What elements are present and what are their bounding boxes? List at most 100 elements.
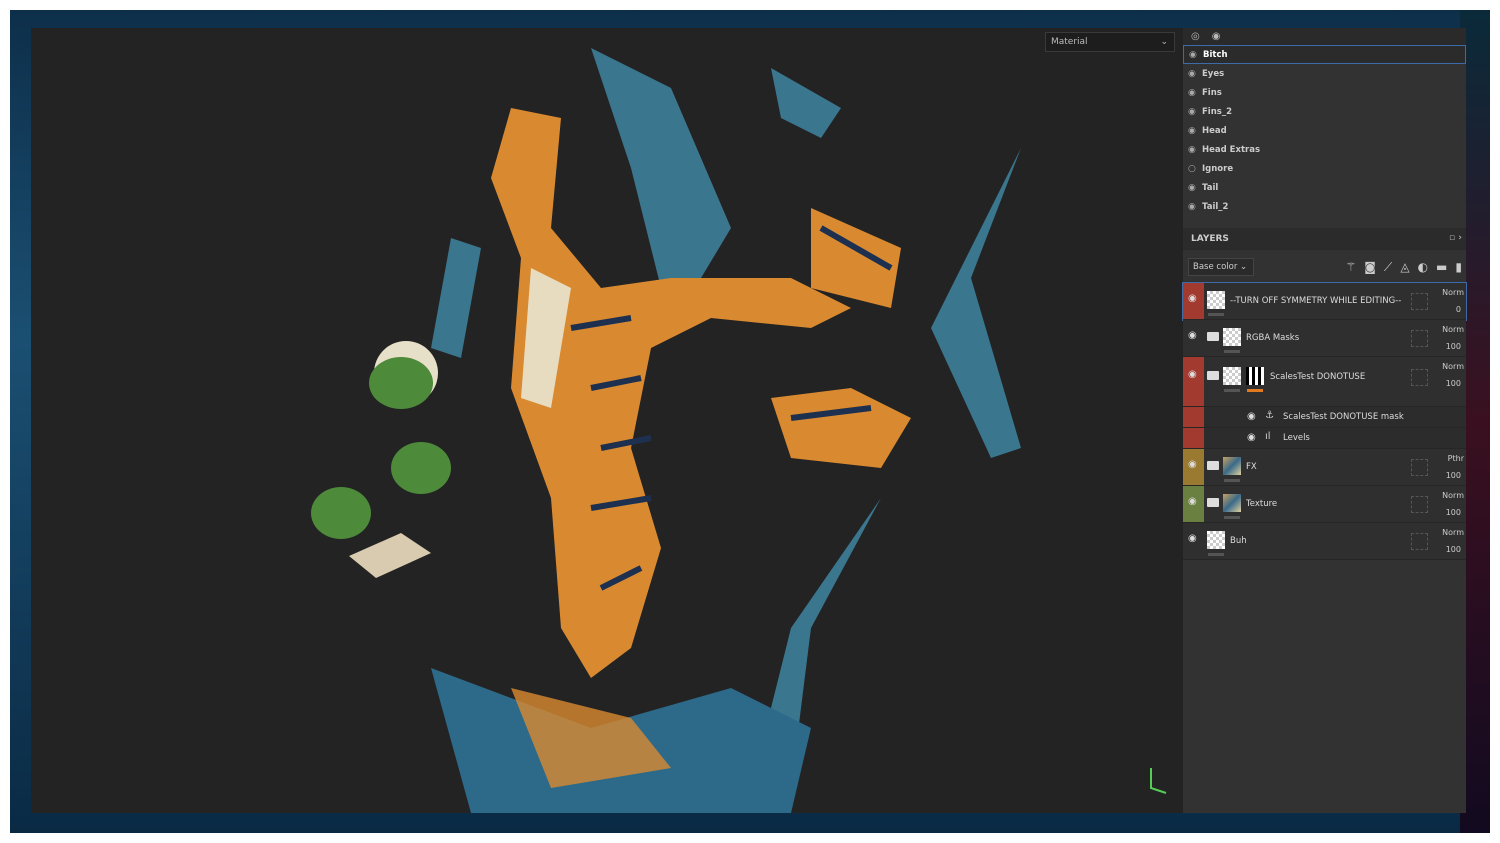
mask-slot[interactable] xyxy=(1411,330,1428,347)
layer-thumbnail xyxy=(1207,531,1225,549)
mask-slot[interactable] xyxy=(1411,293,1428,310)
layer-bar xyxy=(1208,553,1224,556)
channel-label: Base color xyxy=(1193,262,1238,272)
texture-set-label: Eyes xyxy=(1202,68,1225,79)
texture-set-list: ◉ Bitch ◉ Eyes ◉ Fins ◉ Fins_2 ◉ Head ◉ Head Extras… xyxy=(1183,45,1466,216)
dragon-model xyxy=(311,48,1167,813)
layer-thumbnail xyxy=(1223,367,1241,385)
material-select[interactable]: Material ⌄ xyxy=(1045,32,1175,52)
eye-icon[interactable]: ◉ xyxy=(1188,183,1202,193)
eye-icon[interactable]: ◉ xyxy=(1188,126,1202,136)
texture-set-label: Bitch xyxy=(1203,49,1228,60)
texture-set-item[interactable]: ◉ Eyes xyxy=(1183,64,1466,83)
folder-icon xyxy=(1207,332,1219,341)
mask-slot[interactable] xyxy=(1411,459,1428,476)
layer-opacity[interactable]: 0 xyxy=(1456,305,1461,314)
folder-icon xyxy=(1207,371,1219,380)
folder-icon[interactable]: ▬ xyxy=(1436,260,1447,275)
levels-icon: ıl xyxy=(1265,431,1271,442)
eye-icon[interactable]: ◉ xyxy=(1188,88,1202,98)
visibility-icon[interactable]: ◉ xyxy=(1212,31,1221,42)
frog-emote xyxy=(311,341,451,539)
layer-thumbnail xyxy=(1223,328,1241,346)
right-panel: ◎ ◉ ◉ Bitch ◉ Eyes ◉ Fins ◉ Fins_2 ◉ Head ◉ Head Ext… xyxy=(1182,28,1467,813)
layer-thumbnail xyxy=(1207,291,1225,309)
eye-icon[interactable]: ◉ xyxy=(1247,432,1256,443)
eye-icon[interactable]: ◉ xyxy=(1188,69,1202,79)
texture-set-item[interactable]: ◉ Tail_2 xyxy=(1183,197,1466,216)
maximize-icon[interactable]: ▫ › xyxy=(1449,233,1462,243)
layer-effect-row[interactable]: ◉ ⚓ ScalesTest DONOTUSE mask xyxy=(1183,407,1466,428)
layer-bar xyxy=(1224,350,1240,353)
eye-icon[interactable]: ◉ xyxy=(1188,533,1197,544)
layer-name: Buh xyxy=(1230,536,1247,546)
layer-opacity[interactable]: 100 xyxy=(1446,471,1461,480)
anchor-icon: ⚓ xyxy=(1265,410,1274,421)
layer-opacity[interactable]: 100 xyxy=(1446,545,1461,554)
texture-set-item[interactable]: ◉ Head Extras xyxy=(1183,140,1466,159)
eye-icon[interactable]: ◉ xyxy=(1188,459,1197,470)
eye-icon[interactable]: ◉ xyxy=(1188,145,1202,155)
layer-row[interactable]: ◉ FX Pthr 100 xyxy=(1183,449,1466,486)
eye-icon[interactable]: ◉ xyxy=(1189,50,1203,60)
layer-bar xyxy=(1208,313,1224,316)
blend-mode[interactable]: Pthr xyxy=(1448,454,1464,463)
texture-set-label: Head Extras xyxy=(1202,144,1260,155)
layer-bar xyxy=(1224,516,1240,519)
eye-icon[interactable]: ◉ xyxy=(1188,330,1197,341)
texture-set-label: Fins xyxy=(1202,87,1222,98)
3d-viewport[interactable]: Material ⌄ xyxy=(31,28,1183,813)
layer-name: ScalesTest DONOTUSE mask xyxy=(1283,412,1404,422)
layer-bar xyxy=(1224,479,1240,482)
blend-mode[interactable]: Norm xyxy=(1442,325,1464,334)
layer-color-tag xyxy=(1183,357,1204,406)
eye-icon[interactable]: ◉ xyxy=(1188,107,1202,117)
texture-set-item[interactable]: ◉ Fins xyxy=(1183,83,1466,102)
layer-thumbnail xyxy=(1223,457,1241,475)
layers-toolbar: Base color ⌄ ⚚ ◙ ⟋ ◬ ◐ ▬ ▮ xyxy=(1183,252,1466,282)
blend-mode[interactable]: Norm xyxy=(1442,288,1464,297)
eye-icon[interactable]: ◉ xyxy=(1188,293,1197,304)
layer-row[interactable]: ◉ RGBA Masks Norm 100 xyxy=(1183,320,1466,357)
layer-row[interactable]: ◉ --TURN OFF SYMMETRY WHILE EDITING-- Norm… xyxy=(1182,282,1467,321)
layers-header: LAYERS ▫ › xyxy=(1183,228,1466,250)
eye-icon[interactable]: ◉ xyxy=(1188,202,1202,212)
channel-dropdown[interactable]: Base color ⌄ xyxy=(1188,258,1254,276)
layer-row[interactable]: ◉ Texture Norm 100 xyxy=(1183,486,1466,523)
texture-set-item[interactable]: ◉ Tail xyxy=(1183,178,1466,197)
layer-opacity[interactable]: 100 xyxy=(1446,508,1461,517)
texture-set-item[interactable]: ◉ Head xyxy=(1183,121,1466,140)
layer-opacity[interactable]: 100 xyxy=(1446,342,1461,351)
mask-thumbnail xyxy=(1246,367,1264,385)
layers-title: LAYERS xyxy=(1191,234,1229,244)
eye-icon[interactable]: ◉ xyxy=(1188,369,1197,380)
eye-icon[interactable]: ◉ xyxy=(1188,496,1197,507)
eye-all-icon[interactable]: ◎ xyxy=(1191,31,1200,42)
layer-row[interactable]: ◉ Buh Norm 100 xyxy=(1183,523,1466,560)
layer-opacity[interactable]: 100 xyxy=(1446,379,1461,388)
chevron-down-icon: ⌄ xyxy=(1160,37,1168,47)
texture-set-label: Tail xyxy=(1202,182,1219,193)
blend-mode[interactable]: Norm xyxy=(1442,491,1464,500)
layer-row[interactable]: ◉ ScalesTest DONOTUSE Norm 100 xyxy=(1183,357,1466,407)
add-mask-icon[interactable]: ◙ xyxy=(1364,260,1376,275)
texture-set-item[interactable]: ○ Ignore xyxy=(1183,159,1466,178)
eye-icon[interactable]: ◉ xyxy=(1247,411,1256,422)
magic-wand-icon[interactable]: ⚚ xyxy=(1346,260,1357,275)
brush-icon[interactable]: ⟋ xyxy=(1384,260,1392,275)
fill-icon[interactable]: ◬ xyxy=(1400,260,1409,275)
layer-color-tag xyxy=(1183,428,1204,448)
eye-closed-icon[interactable]: ○ xyxy=(1188,164,1202,174)
texture-set-item[interactable]: ◉ Bitch xyxy=(1183,45,1466,64)
layer-effect-row[interactable]: ◉ ıl Levels xyxy=(1183,428,1466,449)
mask-slot[interactable] xyxy=(1411,496,1428,513)
delete-icon[interactable]: ▮ xyxy=(1455,260,1462,275)
texture-set-item[interactable]: ◉ Fins_2 xyxy=(1183,102,1466,121)
blend-mode[interactable]: Norm xyxy=(1442,528,1464,537)
layer-bar xyxy=(1224,389,1240,392)
effects-icon[interactable]: ◐ xyxy=(1418,260,1428,275)
blend-mode[interactable]: Norm xyxy=(1442,362,1464,371)
texture-set-label: Ignore xyxy=(1202,163,1234,174)
mask-slot[interactable] xyxy=(1411,369,1428,386)
mask-slot[interactable] xyxy=(1411,533,1428,550)
